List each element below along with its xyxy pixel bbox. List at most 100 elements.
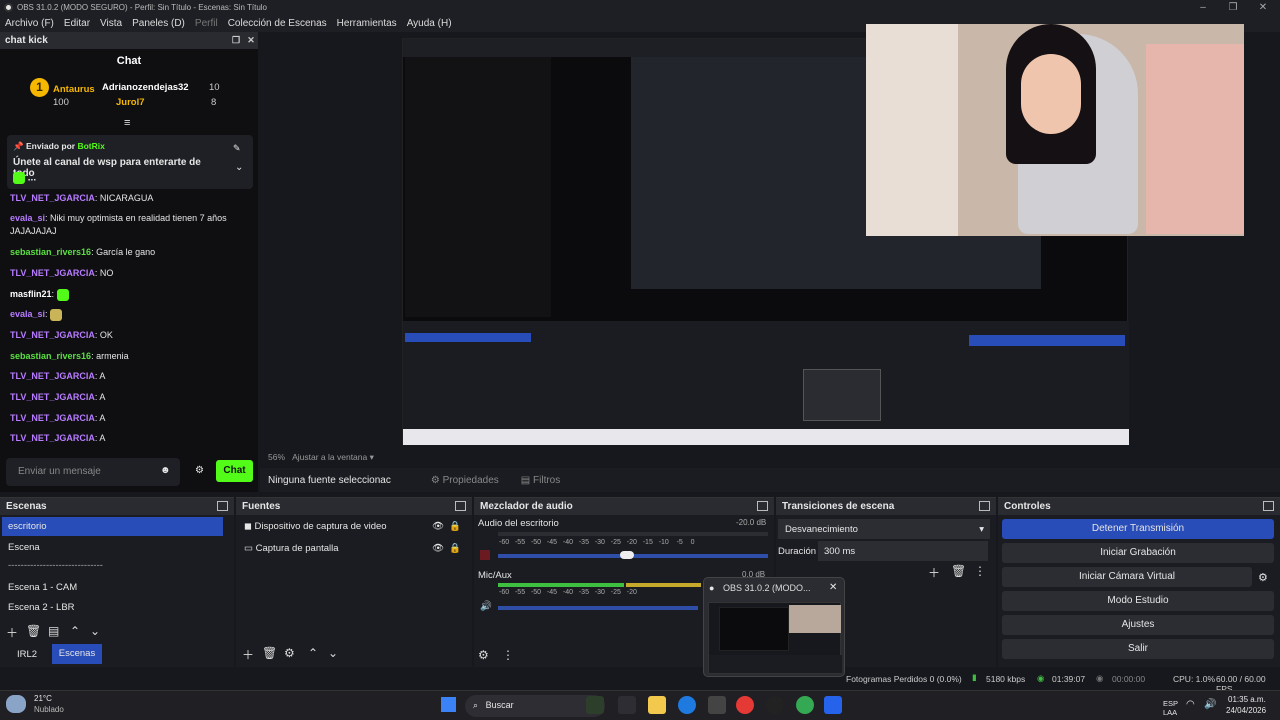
close-icon[interactable]: ✕ bbox=[1248, 0, 1278, 15]
eye-icon[interactable]: 👁 bbox=[432, 521, 444, 532]
mute-icon[interactable] bbox=[480, 550, 490, 560]
menu-vista[interactable]: Vista bbox=[95, 18, 127, 29]
app-icon-1[interactable] bbox=[586, 696, 604, 714]
folder-icon[interactable] bbox=[648, 696, 666, 714]
emoji-icon[interactable]: ☻ bbox=[160, 465, 171, 476]
trash-icon[interactable]: 🗑 bbox=[26, 624, 41, 638]
mic-volume-slider[interactable] bbox=[498, 606, 698, 610]
scene-item-lbr[interactable]: Escena 2 - LBR bbox=[8, 602, 75, 613]
float-icon[interactable] bbox=[1263, 501, 1274, 511]
weather-icon[interactable] bbox=[6, 695, 26, 713]
clock[interactable]: 01:35 a.m. bbox=[1228, 695, 1266, 704]
properties-button[interactable]: ⚙ Propiedades bbox=[431, 475, 499, 486]
maximize-icon[interactable]: ❐ bbox=[1218, 0, 1248, 15]
chat-user[interactable]: TLV_NET_JGARCIA bbox=[10, 413, 95, 423]
chat-user[interactable]: sebastian_rivers16 bbox=[10, 351, 91, 361]
float-icon[interactable]: ❐ bbox=[230, 34, 242, 46]
menu-herramientas[interactable]: Herramientas bbox=[332, 18, 402, 29]
studio-mode-button[interactable]: Modo Estudio bbox=[1002, 591, 1274, 611]
menu-archivo[interactable]: Archivo (F) bbox=[0, 18, 59, 29]
source-item-screen[interactable]: ▭ Captura de pantalla bbox=[244, 543, 339, 554]
stop-stream-button[interactable]: Detener Transmisión bbox=[1002, 519, 1274, 539]
date[interactable]: 24/04/2026 bbox=[1226, 706, 1266, 715]
chat-user[interactable]: masflin21 bbox=[10, 289, 52, 299]
chat-send-button[interactable]: Chat bbox=[216, 460, 253, 482]
opera-icon[interactable] bbox=[736, 696, 754, 714]
chat-input[interactable]: Enviar un mensaje bbox=[6, 458, 180, 486]
dock-close-icon[interactable]: ✕ bbox=[245, 34, 257, 46]
eye-icon[interactable]: 👁 bbox=[432, 543, 444, 554]
scene-item-escritorio[interactable]: escritorio bbox=[2, 517, 223, 536]
obs-taskbar-icon[interactable] bbox=[766, 696, 784, 714]
terminal-icon[interactable] bbox=[618, 696, 636, 714]
exit-button[interactable]: Salir bbox=[1002, 639, 1274, 659]
chat-user[interactable]: TLV_NET_JGARCIA bbox=[10, 193, 95, 203]
trash-icon[interactable]: 🗑 bbox=[951, 564, 966, 578]
taskbar-preview-popup[interactable]: ● OBS 31.0.2 (MODO... ✕ bbox=[703, 577, 845, 677]
speaker-icon[interactable]: 🔊 bbox=[480, 601, 492, 612]
trash-icon[interactable]: 🗑 bbox=[262, 646, 277, 660]
add-icon[interactable]: ＋ bbox=[6, 624, 18, 641]
menu-ayuda[interactable]: Ayuda (H) bbox=[402, 18, 457, 29]
chat-user[interactable]: TLV_NET_JGARCIA bbox=[10, 330, 95, 340]
lock-icon[interactable]: 🔒 bbox=[449, 543, 461, 554]
snip-icon[interactable] bbox=[708, 696, 726, 714]
wifi-icon[interactable]: ◠ bbox=[1186, 699, 1195, 710]
gear-icon[interactable]: ⚙ bbox=[284, 646, 295, 660]
search-box[interactable]: ⌕ Buscar bbox=[465, 695, 605, 717]
layout[interactable]: LAA bbox=[1163, 708, 1177, 717]
duration-input[interactable]: 300 ms bbox=[818, 541, 988, 561]
more-icon[interactable]: ⋮ bbox=[974, 564, 986, 578]
scene-item-cam[interactable]: Escena 1 - CAM bbox=[8, 582, 77, 593]
start-recording-button[interactable]: Iniciar Grabación bbox=[1002, 543, 1274, 563]
close-icon[interactable]: ✕ bbox=[829, 582, 837, 593]
chat-user[interactable]: TLV_NET_JGARCIA bbox=[10, 392, 95, 402]
chat-user[interactable]: sebastian_rivers16 bbox=[10, 247, 91, 257]
chevron-up-icon[interactable]: ⌃ bbox=[308, 646, 318, 660]
app-icon-blue[interactable] bbox=[824, 696, 842, 714]
chevron-up-icon[interactable]: ⌃ bbox=[70, 624, 80, 638]
transition-select[interactable]: Desvanecimiento ▾ bbox=[778, 519, 990, 539]
start-icon[interactable] bbox=[441, 697, 456, 712]
more-icon[interactable]: ⋮ bbox=[502, 648, 514, 662]
chat-user[interactable]: evala_si bbox=[10, 309, 45, 319]
add-icon[interactable]: ＋ bbox=[242, 646, 254, 663]
minimize-icon[interactable]: – bbox=[1188, 0, 1218, 15]
expand-icon[interactable]: ≡ bbox=[124, 117, 130, 129]
source-item-video[interactable]: ◼ Dispositivo de captura de video bbox=[244, 521, 387, 532]
tab-escenas[interactable]: Escenas bbox=[52, 644, 102, 664]
lang[interactable]: ESP bbox=[1163, 699, 1178, 708]
float-icon[interactable] bbox=[217, 501, 228, 511]
chat-user[interactable]: TLV_NET_JGARCIA bbox=[10, 433, 95, 443]
gear-icon[interactable]: ⚙ bbox=[478, 648, 489, 662]
scene-item-divider[interactable]: ------------------------------ bbox=[8, 560, 103, 571]
float-icon[interactable] bbox=[455, 501, 466, 511]
menu-editar[interactable]: Editar bbox=[59, 18, 95, 29]
menu-coleccion[interactable]: Colección de Escenas bbox=[223, 18, 332, 29]
weather-text[interactable]: Nublado bbox=[34, 705, 64, 714]
chevron-down-icon[interactable]: ⌄ bbox=[328, 646, 338, 660]
tab-irl2[interactable]: IRL2 bbox=[17, 649, 37, 660]
zoom-fit[interactable]: Ajustar a la ventana bbox=[292, 452, 367, 462]
pinned-message[interactable]: 📌 Enviado por BotRix Únete al canal de w… bbox=[7, 135, 253, 189]
settings-button[interactable]: Ajustes bbox=[1002, 615, 1274, 635]
scene-item-escena[interactable]: Escena bbox=[8, 542, 40, 553]
unpin-icon[interactable]: ✎ bbox=[233, 143, 241, 154]
chrome-icon[interactable] bbox=[796, 696, 814, 714]
chat-user[interactable]: TLV_NET_JGARCIA bbox=[10, 371, 95, 381]
volume-icon[interactable]: 🔊 bbox=[1204, 699, 1216, 710]
filters-button[interactable]: ▤ Filtros bbox=[521, 475, 560, 486]
gear-icon[interactable]: ⚙ bbox=[1258, 571, 1268, 584]
float-icon[interactable] bbox=[979, 501, 990, 511]
edge-icon[interactable] bbox=[678, 696, 696, 714]
slider-handle[interactable] bbox=[620, 551, 634, 559]
lock-icon[interactable]: 🔒 bbox=[449, 521, 461, 532]
chevron-down-icon[interactable]: ⌄ bbox=[235, 162, 243, 173]
float-icon[interactable] bbox=[757, 501, 768, 511]
start-virtual-camera-button[interactable]: Iniciar Cámara Virtual bbox=[1002, 567, 1252, 587]
chat-user[interactable]: evala_si bbox=[10, 213, 45, 223]
temperature[interactable]: 21°C bbox=[34, 694, 52, 703]
gear-icon[interactable]: ⚙ bbox=[195, 465, 204, 476]
menu-perfil[interactable]: Perfil bbox=[190, 18, 223, 29]
chat-user[interactable]: TLV_NET_JGARCIA bbox=[10, 268, 95, 278]
